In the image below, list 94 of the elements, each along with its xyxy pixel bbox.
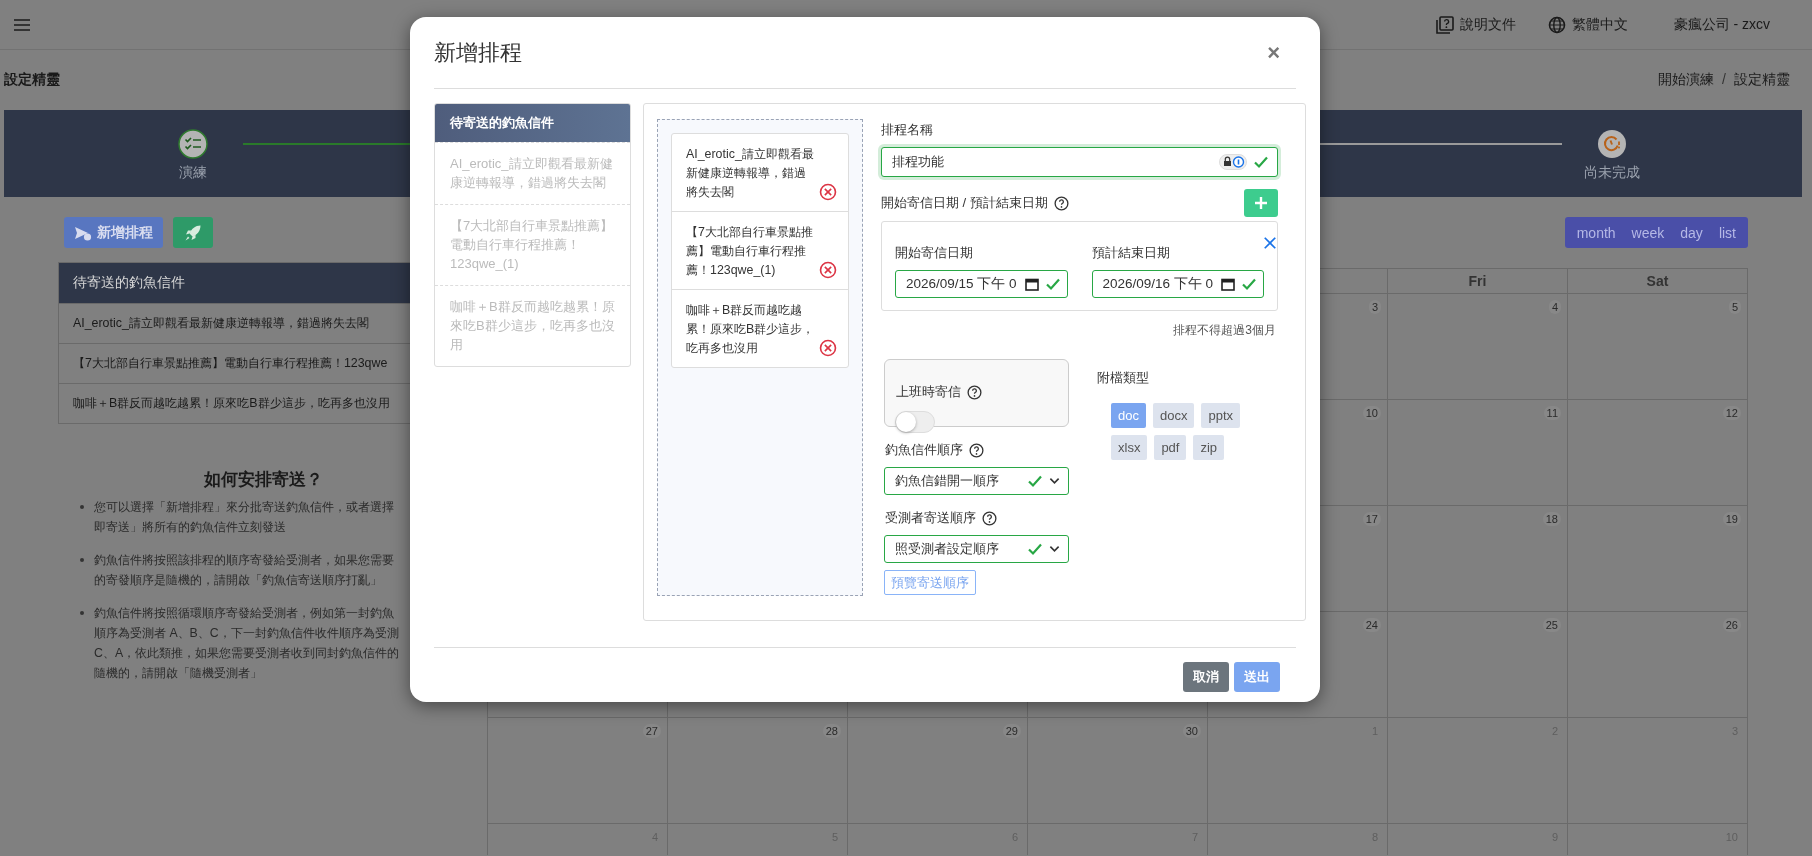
new-schedule-button[interactable]: 新增排程 [64, 217, 163, 248]
calendar-icon [1221, 277, 1235, 291]
check-icon [1253, 154, 1269, 170]
field-label: 開始寄信日期 [895, 244, 974, 262]
send-icon [74, 224, 92, 241]
recipient-order-select[interactable]: 照受測者設定順序 [884, 535, 1069, 563]
guide-text: 釣魚信件將按照循環順序寄發給受測者，例如第一封釣魚 順序為受測者 A、B、C，下一封釣魚信件收件順序為受測 C、A，依此類推，如果您需要受測者收到同封釣魚信件的 隨機的，請開啟「隨機受測者」 [94, 605, 400, 682]
file-type-chip[interactable]: zip [1193, 435, 1225, 460]
help-icon [967, 384, 982, 400]
end-date-field[interactable]: 2026/09/16 下午 0 [1091, 270, 1264, 298]
field-label: 開始寄信日期 / 預計結束日期 [881, 194, 1048, 212]
day-number: 11 [1543, 406, 1561, 420]
view-button[interactable]: month [1568, 217, 1624, 248]
file-type-chip[interactable]: xlsx [1111, 435, 1148, 460]
send-now-button[interactable] [173, 217, 213, 248]
submit-button[interactable]: 送出 [1234, 662, 1280, 692]
start-date-field[interactable]: 2026/09/15 下午 0 [895, 270, 1068, 298]
close-icon[interactable] [1263, 236, 1277, 250]
check-icon [1241, 276, 1257, 292]
weekday-header: Fri [1388, 269, 1568, 294]
file-type-chip[interactable]: pptx [1201, 403, 1240, 428]
cancel-button[interactable]: 取消 [1183, 662, 1229, 692]
password-manager-icon [1219, 154, 1247, 170]
bullet-icon [80, 505, 84, 509]
check-icon [1027, 541, 1043, 557]
guide-heading: 如何安排寄送？ [202, 469, 324, 491]
date-limit-note: 排程不得超過3個月 [1172, 322, 1276, 339]
help-icon [982, 510, 997, 526]
field-label: 附檔類型 [1097, 369, 1149, 387]
chevron-down-icon [1049, 545, 1060, 553]
modal-title: 新增排程 [434, 38, 522, 67]
plus-icon [1254, 196, 1268, 210]
breadcrumb-current: 設定精靈 [1734, 71, 1790, 89]
check-icon [1044, 276, 1061, 292]
day-number: 26 [1722, 618, 1741, 632]
chevron-down-icon [1049, 477, 1060, 485]
guide-text: 釣魚信件將按照該排程的順序寄發給受測者，如果您需要 的寄發順序是隨機的，請開啟「釣魚信寄送順序打亂」 [94, 552, 394, 589]
day-number: 18 [1542, 512, 1561, 526]
help-icon [1053, 195, 1069, 211]
name-input-field[interactable]: 排程功能 [881, 147, 1278, 177]
help-document-icon [1435, 15, 1454, 34]
menu-icon[interactable] [14, 18, 30, 31]
help-icon [969, 442, 984, 458]
language-link[interactable]: 繁體中文 [1547, 15, 1628, 34]
day-number: 30 [1182, 724, 1201, 738]
remove-circle-icon[interactable] [819, 183, 837, 201]
day-number: 24 [1362, 618, 1381, 632]
rocket-icon [184, 223, 202, 242]
field-label: 預計結束日期 [1091, 244, 1171, 262]
docs-link[interactable]: 說明文件 [1435, 15, 1516, 34]
selected-mail-text: 【7大北部自行車景點推薦】電動自行車行程推薦！123qwe_(1) [686, 224, 814, 279]
page-title: 設定精靈 [4, 71, 60, 89]
close-button[interactable]: × [1263, 39, 1284, 66]
day-number: 12 [1722, 406, 1741, 420]
day-number: 27 [642, 724, 661, 738]
toggle-switch[interactable] [895, 411, 935, 433]
field-label: 上班時寄信 [896, 383, 961, 401]
field-label: 受測者寄送順序 [885, 509, 976, 527]
day-number: 17 [1362, 512, 1381, 526]
bullet-icon [80, 611, 84, 615]
bullet-icon [80, 558, 84, 562]
file-type-chip[interactable]: docx [1152, 403, 1195, 428]
weekday-header: Sat [1568, 269, 1748, 294]
account-name[interactable]: 豪瘋公司 - zxcv [1673, 15, 1770, 34]
globe-icon [1547, 15, 1566, 34]
calendar-icon [1024, 277, 1039, 291]
check-icon [1027, 473, 1043, 489]
view-button[interactable]: day [1672, 217, 1711, 248]
breadcrumb-link[interactable]: 開始演練 [1658, 71, 1715, 89]
mail-order-select[interactable]: 釣魚信錯開一順序 [884, 467, 1069, 495]
guide-text: 您可以選擇「新增排程」來分批寄送釣魚信件，或者選擇 即寄送」將所有的釣魚信件立刻發送 [94, 499, 394, 536]
day-number: 3 [1368, 300, 1381, 314]
card-header: 待寄送的釣魚信件 [435, 104, 630, 142]
file-type-chip[interactable]: pdf [1154, 435, 1187, 460]
preview-order-button[interactable]: 預覽寄送順序 [884, 570, 976, 595]
file-type-chip[interactable]: doc [1111, 403, 1146, 428]
step-label: 尚未完成 [1584, 164, 1640, 182]
day-number: 29 [1002, 724, 1021, 738]
view-button[interactable]: list [1710, 217, 1744, 248]
remove-circle-icon[interactable] [819, 339, 837, 357]
selected-mail-text: 咖啡＋B群反而越吃越累！原來吃B群少這步，吃再多也沒用 [686, 302, 815, 357]
step-label: 演練 [179, 164, 207, 182]
remove-circle-icon[interactable] [819, 261, 837, 279]
selected-mail-text: AI_erotic_請立即觀看最新健康逆轉報導，錯過將失去閣 [686, 146, 815, 201]
field-label: 排程名稱 [881, 121, 933, 139]
day-number: 4 [1548, 300, 1561, 314]
day-number: 10 [1362, 406, 1381, 420]
view-button[interactable]: week [1623, 217, 1673, 248]
day-number: 19 [1722, 512, 1741, 526]
day-number: 5 [1728, 300, 1741, 314]
field-label: 釣魚信件順序 [885, 441, 963, 459]
day-number: 25 [1542, 618, 1561, 632]
day-number: 28 [822, 724, 841, 738]
breadcrumb-separator: / [1722, 71, 1726, 89]
